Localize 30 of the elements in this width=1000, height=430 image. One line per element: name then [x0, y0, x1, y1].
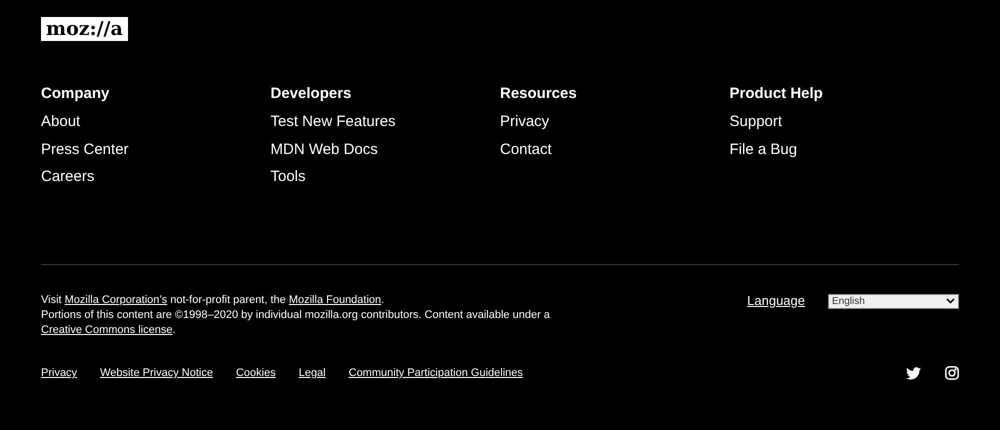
footer-link[interactable]: MDN Web Docs — [270, 140, 378, 158]
footer-link[interactable]: About — [41, 113, 80, 131]
chevron-down-icon — [946, 298, 955, 304]
footer-link[interactable]: Privacy — [500, 113, 550, 131]
footer-link[interactable]: File a Bug — [730, 140, 798, 158]
bird-icon[interactable] — [906, 366, 921, 380]
column-heading: Company — [41, 85, 110, 103]
language-select[interactable]: English — [828, 294, 959, 308]
notice-link[interactable]: Mozilla Foundation — [288, 294, 382, 306]
footer-link[interactable]: Careers — [41, 168, 94, 186]
legal-link[interactable]: Legal — [298, 366, 326, 380]
column-heading: Resources — [500, 85, 578, 103]
legal-link[interactable]: Privacy — [41, 366, 78, 380]
column-heading: Developers — [270, 85, 352, 103]
footer-link[interactable]: Tools — [270, 168, 306, 186]
notice-link[interactable]: Mozilla Corporation’s — [64, 294, 168, 306]
legal-link[interactable]: Community Participation Guidelines — [348, 366, 523, 380]
notice-text: Visit Mozilla Corporation’s not-for-profit parent, the Mozilla Foundation. — [41, 293, 386, 308]
legal-link[interactable]: Cookies — [236, 366, 276, 380]
logo[interactable]: moz://a — [41, 17, 128, 41]
footer-link[interactable]: Contact — [500, 140, 552, 158]
footer-link[interactable]: Support — [730, 113, 782, 131]
column-heading: Product Help — [730, 85, 824, 103]
footer-link[interactable]: Press Center — [41, 140, 129, 158]
language-link[interactable]: Language — [747, 293, 805, 309]
instagram-icon[interactable] — [945, 366, 959, 380]
notice-text: Portions of this content are ©1998–2020 by individual mozilla.org contributors. Content available under a Creative Commons license. — [41, 308, 551, 338]
notice-link[interactable]: Creative Commons license — [41, 324, 172, 336]
footer-link[interactable]: Test New Features — [270, 113, 396, 131]
legal-link[interactable]: Website Privacy Notice — [100, 366, 213, 380]
